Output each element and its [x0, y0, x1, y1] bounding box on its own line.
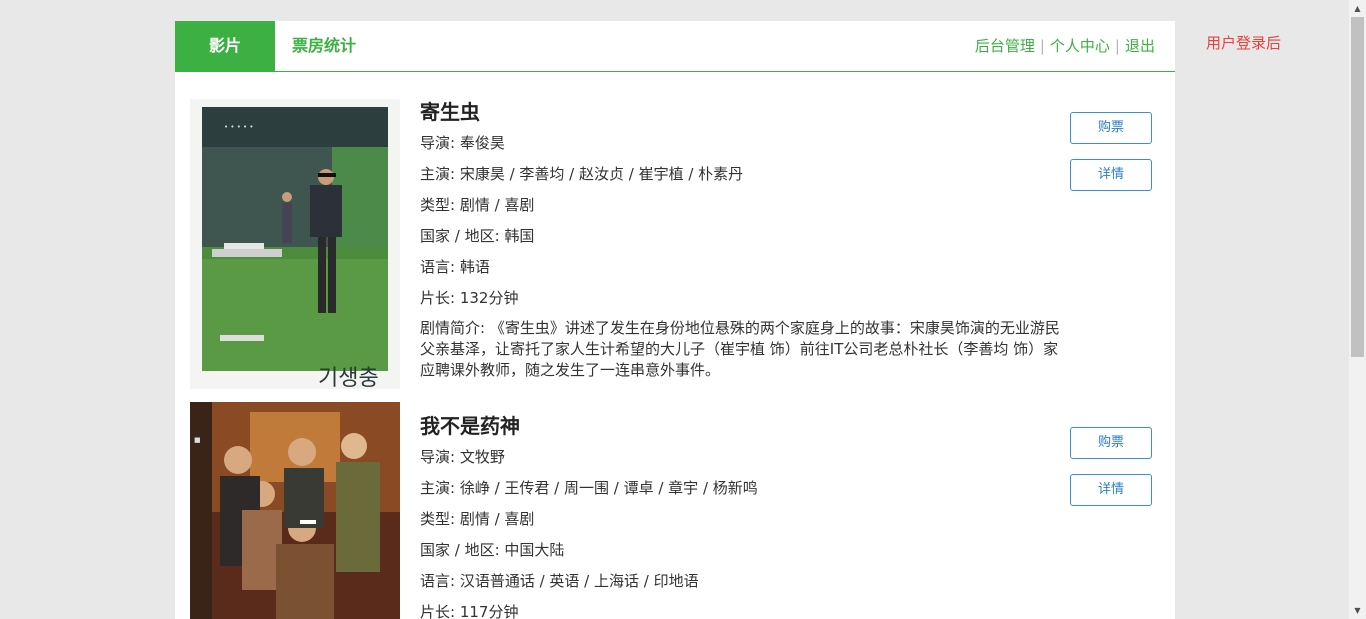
- movie-poster[interactable]: • • • • • 기생충: [190, 99, 400, 389]
- movie-genre: 类型: 剧情 / 喜剧: [420, 510, 535, 528]
- movie-title: 寄生虫: [420, 100, 480, 124]
- svg-text:• • • • •: • • • • •: [224, 123, 254, 131]
- movie-item: ■ 我不是药神 导演: 文牧野 主演: 徐峥 / 王传君 / 周一围 / 谭卓 …: [175, 402, 1175, 619]
- scroll-up-icon[interactable]: ▲: [1349, 0, 1366, 17]
- poster-image: • • • • • 기생충: [190, 99, 400, 389]
- movie-info: 我不是药神 导演: 文牧野 主演: 徐峥 / 王传君 / 周一围 / 谭卓 / …: [420, 402, 1070, 619]
- movie-synopsis: 剧情简介: 《寄生虫》讲述了发生在身份地位悬殊的两个家庭身上的故事：宋康昊饰演的…: [420, 319, 1060, 379]
- movie-runtime: 片长: 117分钟: [420, 603, 519, 619]
- top-navigation-bar: 影片 票房统计 后台管理 | 个人中心 | 退出: [175, 21, 1175, 72]
- movie-genre: 类型: 剧情 / 喜剧: [420, 196, 535, 214]
- svg-text:■: ■: [194, 436, 201, 444]
- movie-director: 导演: 文牧野: [420, 448, 505, 466]
- details-button[interactable]: 详情: [1070, 474, 1152, 506]
- logout-link[interactable]: 退出: [1125, 37, 1155, 55]
- movie-language: 语言: 汉语普通话 / 英语 / 上海话 / 印地语: [420, 572, 699, 590]
- main-content-panel: 影片 票房统计 后台管理 | 个人中心 | 退出 • • • • • 기생충 寄…: [175, 21, 1175, 619]
- movie-title: 我不是药神: [420, 414, 520, 438]
- movie-item: • • • • • 기생충 寄生虫 导演: 奉俊昊 主演: 宋康昊 / 李善均 …: [175, 91, 1175, 396]
- movie-info: 寄生虫 导演: 奉俊昊 主演: 宋康昊 / 李善均 / 赵汝贞 / 崔宇植 / …: [420, 91, 1070, 381]
- movie-cast: 主演: 徐峥 / 王传君 / 周一围 / 谭卓 / 章宇 / 杨新鸣: [420, 479, 758, 497]
- movie-language: 语言: 韩语: [420, 258, 490, 276]
- profile-link[interactable]: 个人中心: [1050, 37, 1110, 55]
- movie-poster[interactable]: ■: [190, 402, 400, 619]
- poster-image: ■: [190, 402, 400, 619]
- separator: |: [1039, 37, 1045, 55]
- admin-link[interactable]: 后台管理: [975, 37, 1035, 55]
- movie-cast: 主演: 宋康昊 / 李善均 / 赵汝贞 / 崔宇植 / 朴素丹: [420, 165, 744, 183]
- movie-country: 国家 / 地区: 中国大陆: [420, 541, 565, 559]
- movie-director: 导演: 奉俊昊: [420, 134, 505, 152]
- vertical-scrollbar[interactable]: ▲ ▼: [1349, 0, 1366, 619]
- buy-ticket-button[interactable]: 购票: [1070, 112, 1152, 144]
- buy-ticket-button[interactable]: 购票: [1070, 427, 1152, 459]
- separator: |: [1114, 37, 1120, 55]
- tab-box-office[interactable]: 票房统计: [292, 21, 356, 71]
- poster-title: 기생충: [318, 366, 379, 389]
- tab-films[interactable]: 影片: [175, 21, 275, 71]
- movie-runtime: 片长: 132分钟: [420, 289, 519, 307]
- details-button[interactable]: 详情: [1070, 159, 1152, 191]
- scrollbar-thumb[interactable]: [1351, 17, 1364, 357]
- scroll-down-icon[interactable]: ▼: [1349, 602, 1366, 619]
- login-status-note: 用户登录后: [1206, 34, 1282, 52]
- movie-country: 国家 / 地区: 韩国: [420, 227, 535, 245]
- user-links: 后台管理 | 个人中心 | 退出: [975, 21, 1155, 71]
